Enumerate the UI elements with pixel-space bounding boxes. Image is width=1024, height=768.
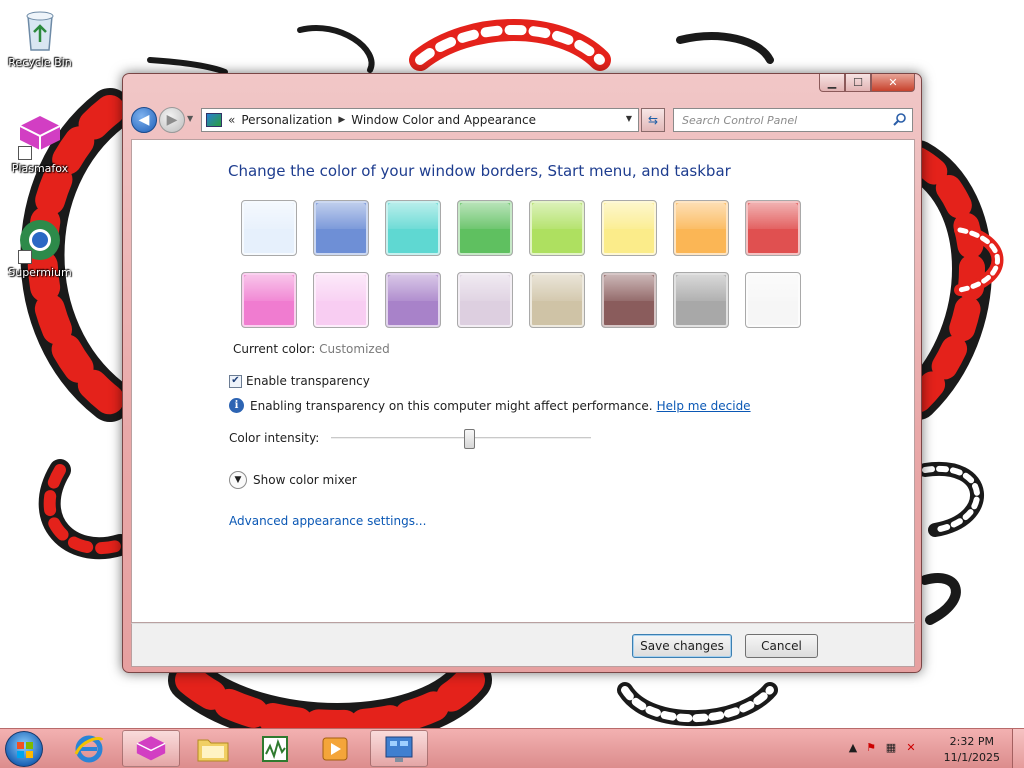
supermium-icon (16, 216, 64, 264)
enable-transparency-checkbox[interactable]: ✔ (229, 374, 242, 388)
taskbar-item-media-player[interactable] (306, 730, 364, 767)
search-icon[interactable] (893, 112, 907, 126)
desktop-icon-recycle-bin[interactable]: Recycle Bin (0, 6, 80, 69)
desktop-icon-label: Recycle Bin (8, 56, 72, 69)
show-color-mixer-label[interactable]: Show color mixer (253, 473, 357, 487)
forward-button[interactable]: ▶ (159, 107, 185, 133)
internet-explorer-icon (74, 735, 104, 762)
color-swatch[interactable] (601, 272, 657, 328)
color-swatch[interactable] (457, 200, 513, 256)
breadcrumb-personalization[interactable]: Personalization (241, 113, 332, 127)
taskbar-clock[interactable]: 2:32 PM 11/1/2025 (944, 734, 1000, 766)
color-swatch[interactable] (385, 272, 441, 328)
close-button[interactable]: ✕ (871, 74, 915, 92)
navigation-bar: ◀ ▶ ▼ « Personalization ▶ Window Color a… (131, 105, 913, 135)
control-panel-icon (385, 736, 413, 762)
desktop-icon-label: Supermium (8, 266, 72, 279)
control-panel-icon (206, 113, 222, 127)
color-intensity-slider-track[interactable] (331, 437, 591, 439)
breadcrumb-separator-icon[interactable]: ▶ (338, 115, 345, 125)
color-swatch[interactable] (601, 200, 657, 256)
color-swatch[interactable] (313, 200, 369, 256)
shortcut-arrow-icon (18, 146, 32, 160)
system-tray: ▲ ⚑ ▦ ✕ 2:32 PM 11/1/2025 (844, 729, 1024, 768)
breadcrumb-overflow-icon[interactable]: « (228, 113, 235, 127)
dialog-button-bar: Save changes Cancel (131, 623, 915, 667)
save-changes-button[interactable]: Save changes (632, 634, 732, 658)
back-button[interactable]: ◀ (131, 107, 157, 133)
action-center-icon[interactable]: ⚑ (864, 741, 878, 755)
window-controls: ▁ ☐ ✕ (819, 74, 915, 92)
desktop-icon-supermium[interactable]: Supermium (0, 216, 80, 279)
desktop-icon-plasmafox[interactable]: Plasmafox (0, 112, 80, 175)
help-me-decide-link[interactable]: Help me decide (657, 399, 751, 413)
color-swatch[interactable] (529, 272, 585, 328)
enable-transparency-row[interactable]: ✔ Enable transparency (229, 374, 370, 388)
color-intensity-slider-thumb[interactable] (463, 429, 475, 449)
color-swatch[interactable] (241, 272, 297, 328)
clock-date: 11/1/2025 (943, 751, 1000, 764)
maximize-button[interactable]: ☐ (845, 74, 871, 92)
taskbar-item-file-explorer[interactable] (184, 730, 242, 767)
taskbar-item-audio-editor[interactable] (246, 730, 304, 767)
plasmafox-icon (16, 112, 64, 160)
chevron-down-icon[interactable]: ▼ (229, 471, 247, 489)
info-icon: i (229, 398, 244, 413)
start-button[interactable] (5, 731, 43, 767)
control-panel-window: ▁ ☐ ✕ ◀ ▶ ▼ « Personalization ▶ Window C… (122, 73, 922, 673)
color-swatch[interactable] (745, 200, 801, 256)
taskbar-item-internet-explorer[interactable] (60, 730, 118, 767)
show-desktop-button[interactable] (1012, 729, 1024, 768)
search-placeholder: Search Control Panel (682, 113, 798, 127)
color-swatch[interactable] (529, 200, 585, 256)
content-panel: Change the color of your window borders,… (131, 139, 915, 623)
windows-logo-icon (17, 742, 33, 758)
plasmafox-icon (136, 735, 166, 760)
folder-icon (197, 739, 229, 761)
taskbar-item-control-panel[interactable] (370, 730, 428, 767)
info-text: Enabling transparency on this computer m… (250, 398, 653, 413)
show-color-mixer-toggle[interactable]: ▼ Show color mixer (229, 471, 357, 489)
color-swatch[interactable] (457, 272, 513, 328)
media-player-icon (322, 737, 348, 760)
recycle-bin-icon (16, 6, 64, 54)
clock-time: 2:32 PM (949, 735, 994, 748)
shortcut-arrow-icon (18, 250, 32, 264)
transparency-info: i Enabling transparency on this computer… (229, 398, 751, 413)
address-bar[interactable]: « Personalization ▶ Window Color and App… (201, 108, 639, 132)
advanced-appearance-link[interactable]: Advanced appearance settings... (229, 514, 426, 528)
color-swatch[interactable] (313, 272, 369, 328)
breadcrumb-current[interactable]: Window Color and Appearance (351, 113, 536, 127)
current-color-label: Current color: (233, 342, 316, 356)
color-swatch[interactable] (673, 272, 729, 328)
color-swatch[interactable] (673, 200, 729, 256)
cancel-button[interactable]: Cancel (745, 634, 818, 658)
address-dropdown-icon[interactable]: ▼ (626, 114, 632, 123)
current-color-value: Customized (319, 342, 390, 356)
color-swatch[interactable] (241, 200, 297, 256)
color-swatch[interactable] (385, 200, 441, 256)
desktop-icon-label: Plasmafox (11, 162, 69, 175)
volume-muted-icon[interactable]: ✕ (904, 741, 918, 755)
taskbar: ▲ ⚑ ▦ ✕ 2:32 PM 11/1/2025 (0, 728, 1024, 768)
color-intensity-label: Color intensity: (229, 431, 320, 445)
show-hidden-icons-icon[interactable]: ▲ (846, 741, 860, 755)
page-title: Change the color of your window borders,… (228, 162, 731, 180)
color-swatch[interactable] (745, 272, 801, 328)
recent-pages-dropdown[interactable]: ▼ (187, 114, 193, 123)
network-icon[interactable]: ▦ (884, 741, 898, 755)
search-input[interactable]: Search Control Panel (673, 108, 913, 132)
taskbar-item-plasmafox[interactable] (122, 730, 180, 767)
current-color: Current color: Customized (233, 342, 390, 356)
audio-editor-icon (262, 735, 288, 762)
minimize-button[interactable]: ▁ (819, 74, 845, 92)
enable-transparency-label[interactable]: Enable transparency (246, 374, 370, 388)
refresh-button[interactable]: ⇆ (641, 108, 665, 132)
